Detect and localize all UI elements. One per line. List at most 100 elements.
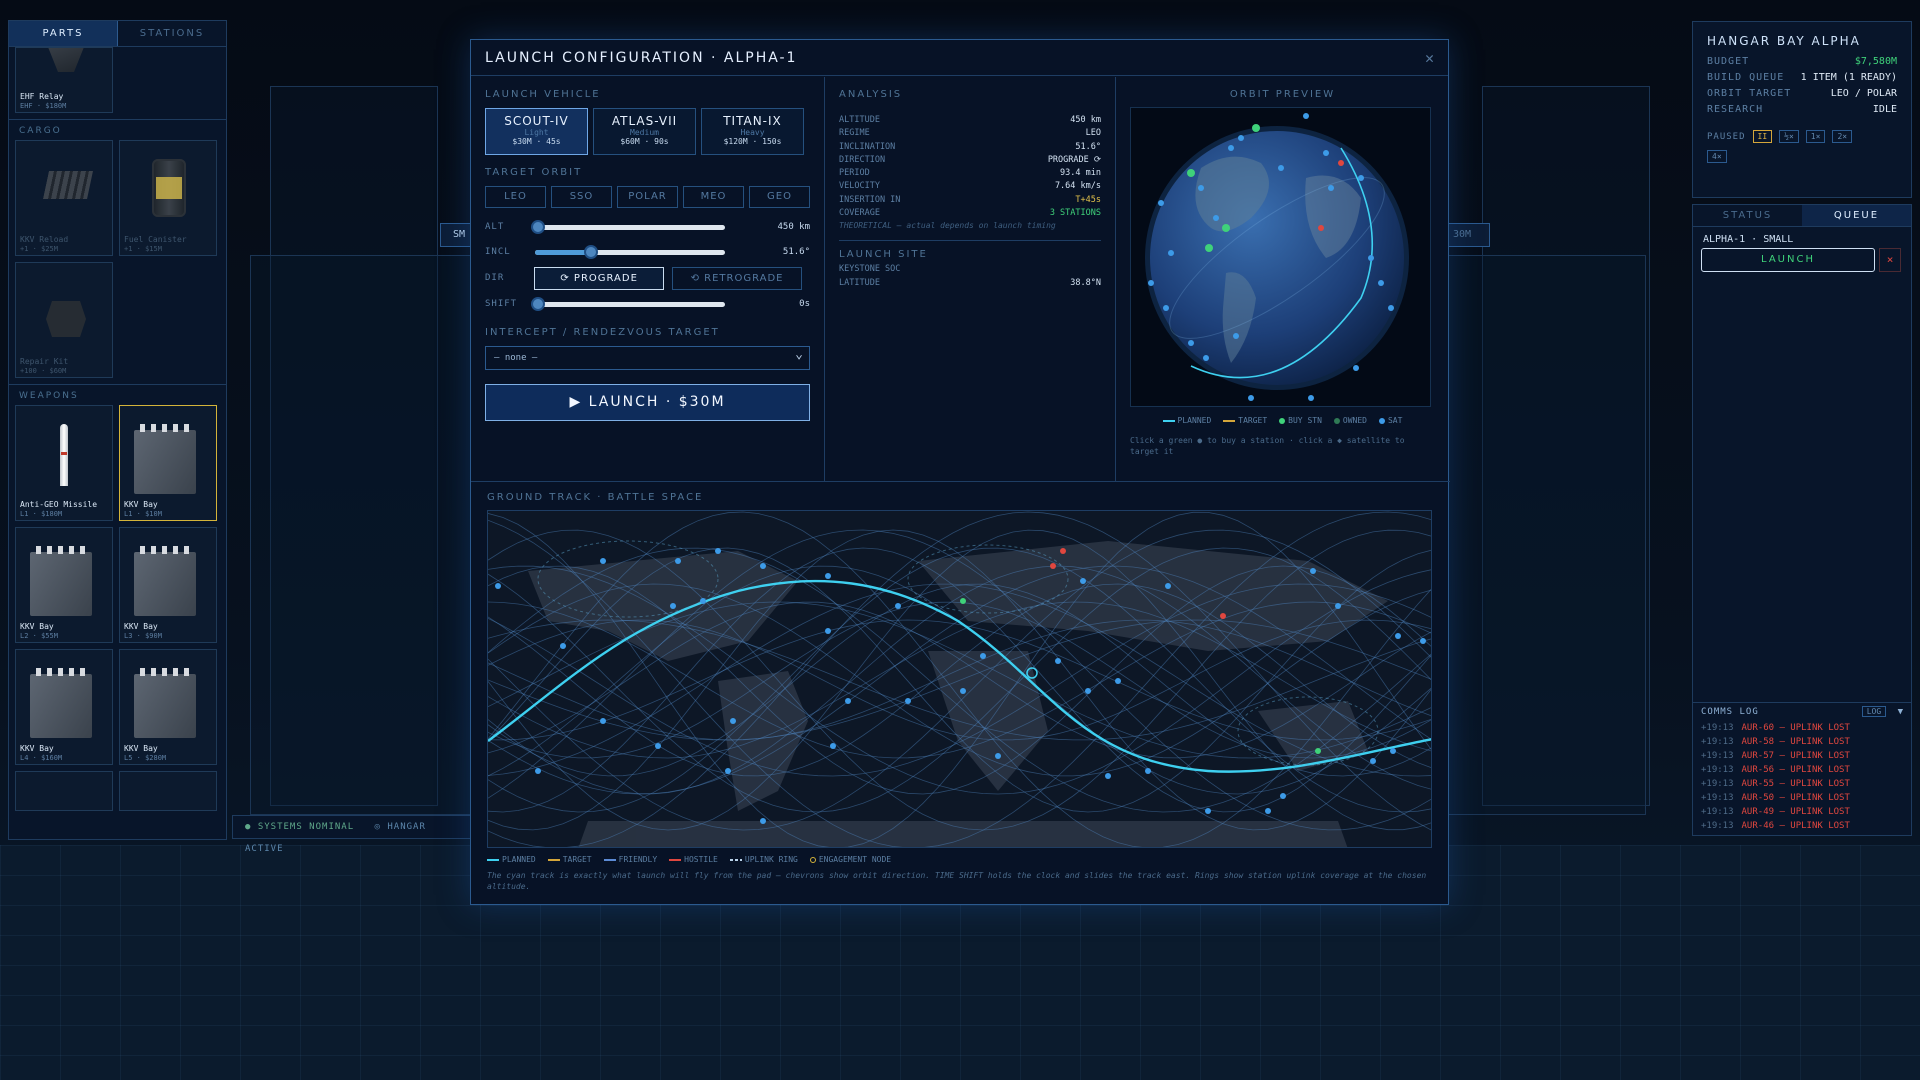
incl-slider[interactable] — [535, 244, 725, 259]
satellite-marker[interactable] — [760, 563, 766, 569]
prograde-button[interactable]: ⟳ PROGRADE — [534, 266, 665, 290]
satellite-marker[interactable] — [725, 768, 731, 774]
hostile-marker[interactable] — [1060, 548, 1066, 554]
speed-2x-button[interactable]: 2× — [1832, 130, 1853, 143]
satellite-marker[interactable] — [730, 718, 736, 724]
satellite-marker[interactable] — [1280, 793, 1286, 799]
satellite-marker[interactable] — [960, 688, 966, 694]
globe[interactable] — [1131, 108, 1430, 406]
orbit-option-leo[interactable]: LEO — [485, 186, 546, 208]
satellite-marker[interactable] — [1203, 355, 1209, 361]
satellite-marker[interactable] — [1205, 808, 1211, 814]
part-card-kkv-bay[interactable]: KKV Bay L4 · $160M — [15, 649, 113, 765]
part-card-kkv-bay[interactable]: KKV Bay L5 · $280M — [119, 649, 217, 765]
satellite-marker[interactable] — [600, 718, 606, 724]
orbit-option-sso[interactable]: SSO — [551, 186, 612, 208]
satellite-marker[interactable] — [825, 573, 831, 579]
part-card-kkv-bay[interactable]: KKV Bay L1 · $10M — [119, 405, 217, 521]
satellite-marker[interactable] — [1335, 603, 1341, 609]
alt-slider[interactable] — [531, 219, 725, 234]
orbit-option-polar[interactable]: POLAR — [617, 186, 678, 208]
satellite-marker[interactable] — [1105, 773, 1111, 779]
satellite-marker[interactable] — [675, 558, 681, 564]
satellite-marker[interactable] — [1055, 658, 1061, 664]
orbit-option-meo[interactable]: MEO — [683, 186, 744, 208]
hostile-satellite-marker[interactable] — [1318, 225, 1324, 231]
speed-half-button[interactable]: ½× — [1779, 130, 1799, 143]
satellite-marker[interactable] — [1115, 678, 1121, 684]
vehicle-option-titan-ix[interactable]: TITAN-IX Heavy $120M · 150s — [701, 108, 804, 155]
speed-1x-button[interactable]: 1× — [1805, 130, 1826, 143]
part-card-ehf-relay[interactable]: EHF Relay EHF · $180M — [15, 47, 113, 113]
satellite-marker[interactable] — [760, 818, 766, 824]
vehicle-option-scout-iv[interactable]: SCOUT-IV Light $30M · 45s — [485, 108, 588, 155]
part-card-partial[interactable] — [119, 771, 217, 811]
satellite-marker[interactable] — [1390, 748, 1396, 754]
remove-item-button[interactable]: × — [1879, 248, 1901, 272]
satellite-marker[interactable] — [895, 603, 901, 609]
satellite-marker[interactable] — [1420, 638, 1426, 644]
satellite-marker[interactable] — [1213, 215, 1219, 221]
satellite-marker[interactable] — [600, 558, 606, 564]
satellite-marker[interactable] — [700, 598, 706, 604]
satellite-marker[interactable] — [1395, 633, 1401, 639]
part-card-kkv-bay[interactable]: KKV Bay L3 · $90M — [119, 527, 217, 643]
intercept-select[interactable]: — none — — [485, 344, 810, 370]
satellite-marker[interactable] — [1188, 340, 1194, 346]
satellite-marker[interactable] — [1388, 305, 1394, 311]
vehicle-option-atlas-vii[interactable]: ATLAS-VII Medium $60M · 90s — [593, 108, 696, 155]
part-card-anti-geo-missile[interactable]: Anti-GEO Missile L1 · $180M — [15, 405, 113, 521]
satellite-marker[interactable] — [1233, 333, 1239, 339]
satellite-marker[interactable] — [560, 643, 566, 649]
hostile-marker[interactable] — [1220, 613, 1226, 619]
alt-slider-handle[interactable] — [531, 219, 545, 234]
ground-station-marker[interactable] — [1315, 748, 1321, 754]
satellite-marker[interactable] — [1323, 150, 1329, 156]
part-card-kkv-reload[interactable]: KKV Reload +1 · $25M — [15, 140, 113, 256]
satellite-marker[interactable] — [670, 603, 676, 609]
satellite-marker[interactable] — [1158, 200, 1164, 206]
satellite-marker[interactable] — [980, 653, 986, 659]
satellite-marker[interactable] — [1278, 165, 1284, 171]
satellite-marker[interactable] — [1265, 808, 1271, 814]
satellite-marker[interactable] — [715, 548, 721, 554]
satellite-marker[interactable] — [845, 698, 851, 704]
satellite-marker[interactable] — [1328, 185, 1334, 191]
part-card-repair-kit[interactable]: Repair Kit +100 · $60M — [15, 262, 113, 378]
satellite-marker[interactable] — [1303, 113, 1309, 119]
speed-4x-button[interactable]: 4× — [1707, 150, 1727, 163]
satellite-marker[interactable] — [1310, 568, 1316, 574]
pause-button[interactable]: II — [1752, 130, 1773, 143]
part-card-kkv-bay[interactable]: KKV Bay L2 · $55M — [15, 527, 113, 643]
launch-button[interactable]: ▶ LAUNCH · $30M — [485, 384, 810, 421]
shift-slider-handle[interactable] — [531, 296, 545, 311]
satellite-marker[interactable] — [1248, 395, 1254, 401]
satellite-marker[interactable] — [1168, 250, 1174, 256]
satellite-marker[interactable] — [1145, 768, 1151, 774]
buy-station-marker[interactable] — [1205, 244, 1213, 252]
satellite-marker[interactable] — [1163, 305, 1169, 311]
tab-stations[interactable]: STATIONS — [118, 21, 226, 46]
satellite-marker[interactable] — [1358, 175, 1364, 181]
retrograde-button[interactable]: ⟲ RETROGRADE — [672, 266, 802, 290]
orbit-option-geo[interactable]: GEO — [749, 186, 810, 208]
incl-slider-handle[interactable] — [584, 244, 599, 259]
satellite-marker[interactable] — [1148, 280, 1154, 286]
buy-station-marker[interactable] — [1252, 124, 1260, 132]
satellite-marker[interactable] — [825, 628, 831, 634]
satellite-marker[interactable] — [1370, 758, 1376, 764]
satellite-marker[interactable] — [1353, 365, 1359, 371]
close-icon[interactable]: ✕ — [1425, 49, 1434, 67]
satellite-marker[interactable] — [1165, 583, 1171, 589]
queue-launch-button[interactable]: LAUNCH — [1701, 248, 1875, 272]
tab-queue[interactable]: QUEUE — [1802, 205, 1911, 226]
satellite-marker[interactable] — [655, 743, 661, 749]
part-card-fuel-canister[interactable]: Fuel Canister +1 · $15M — [119, 140, 217, 256]
buy-station-marker[interactable] — [1222, 224, 1230, 232]
satellite-marker[interactable] — [535, 768, 541, 774]
ground-station-marker[interactable] — [960, 598, 966, 604]
satellite-marker[interactable] — [1308, 395, 1314, 401]
satellite-marker[interactable] — [830, 743, 836, 749]
satellite-marker[interactable] — [995, 753, 1001, 759]
ground-track-map[interactable] — [487, 510, 1432, 848]
